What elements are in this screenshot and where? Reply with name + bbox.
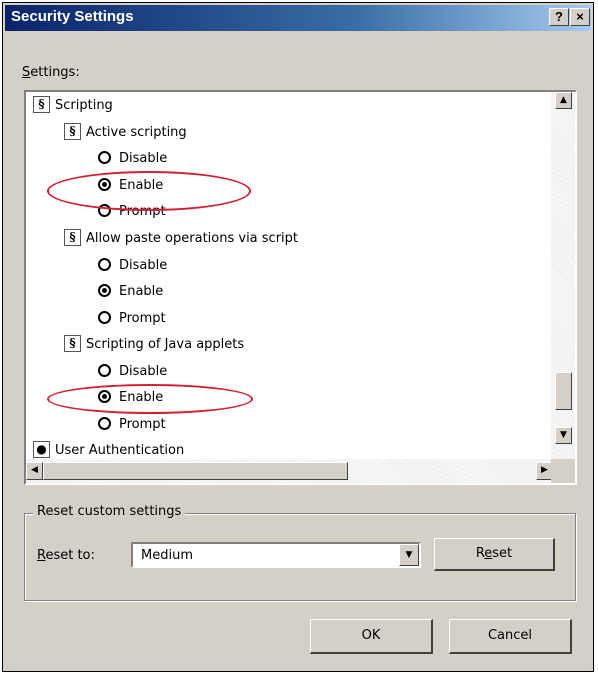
scroll-down-arrow-icon[interactable]: ▼: [555, 427, 572, 444]
option-java-applets-enable[interactable]: Enable: [98, 386, 163, 410]
radio-selected-icon[interactable]: [98, 390, 111, 403]
scroll-left-arrow-icon[interactable]: ◀: [26, 462, 43, 480]
close-button[interactable]: ×: [570, 8, 590, 26]
vertical-scrollbar[interactable]: ▲ ▼: [551, 92, 575, 459]
option-allow-paste-prompt[interactable]: Prompt: [98, 307, 166, 331]
tree-item-active-scripting[interactable]: § Active scripting: [64, 121, 187, 145]
tree-item-java-applets[interactable]: § Scripting of Java applets: [64, 333, 244, 357]
option-java-applets-disable[interactable]: Disable: [98, 360, 167, 384]
option-active-scripting-enable[interactable]: Enable: [98, 174, 163, 198]
radio-unselected-icon[interactable]: [98, 311, 111, 324]
reset-group-title: Reset custom settings: [33, 504, 186, 519]
option-java-applets-prompt[interactable]: Prompt: [98, 413, 166, 437]
window-title: Security Settings: [11, 8, 134, 25]
option-active-scripting-disable[interactable]: Disable: [98, 147, 167, 171]
chevron-down-icon[interactable]: ▼: [399, 544, 419, 566]
radio-unselected-icon[interactable]: [98, 364, 111, 377]
reset-level-select[interactable]: Medium ▼: [131, 542, 421, 568]
scroll-up-arrow-icon[interactable]: ▲: [555, 92, 572, 109]
cancel-button[interactable]: Cancel: [449, 619, 572, 654]
tree-root-user-authentication[interactable]: ● User Authentication: [33, 439, 184, 459]
help-button[interactable]: ?: [549, 8, 569, 26]
tree-root-scripting[interactable]: § Scripting: [33, 94, 113, 118]
horizontal-scrollbar[interactable]: ◀ ▶: [26, 459, 555, 483]
reset-button[interactable]: Reset: [434, 538, 555, 571]
settings-tree-content: § Scripting § Active scripting Disable Ena…: [26, 92, 555, 459]
script-scroll-icon: §: [64, 229, 81, 246]
user-auth-icon: ●: [33, 441, 50, 458]
radio-selected-icon[interactable]: [98, 178, 111, 191]
settings-tree-list[interactable]: § Scripting § Active scripting Disable Ena…: [24, 90, 577, 485]
radio-unselected-icon[interactable]: [98, 417, 111, 430]
script-scroll-icon: §: [33, 96, 50, 113]
script-scroll-icon: §: [64, 335, 81, 352]
radio-selected-icon[interactable]: [98, 284, 111, 297]
radio-unselected-icon[interactable]: [98, 258, 111, 271]
scrollbar-corner: [551, 459, 575, 483]
settings-label: Settings:: [22, 65, 80, 80]
script-scroll-icon: §: [64, 123, 81, 140]
reset-to-label: Reset to:: [37, 548, 95, 563]
title-bar[interactable]: Security Settings ? ×: [5, 5, 591, 31]
option-allow-paste-disable[interactable]: Disable: [98, 254, 167, 278]
option-active-scripting-prompt[interactable]: Prompt: [98, 200, 166, 224]
vertical-scroll-thumb[interactable]: [555, 372, 572, 410]
radio-unselected-icon[interactable]: [98, 151, 111, 164]
radio-unselected-icon[interactable]: [98, 204, 111, 217]
horizontal-scroll-thumb[interactable]: [43, 462, 348, 480]
reset-level-value: Medium: [141, 548, 193, 563]
option-allow-paste-enable[interactable]: Enable: [98, 280, 163, 304]
tree-item-allow-paste[interactable]: § Allow paste operations via script: [64, 227, 298, 251]
ok-button[interactable]: OK: [310, 619, 433, 654]
security-settings-dialog: Security Settings ? × Settings: § Scripti…: [2, 2, 594, 672]
